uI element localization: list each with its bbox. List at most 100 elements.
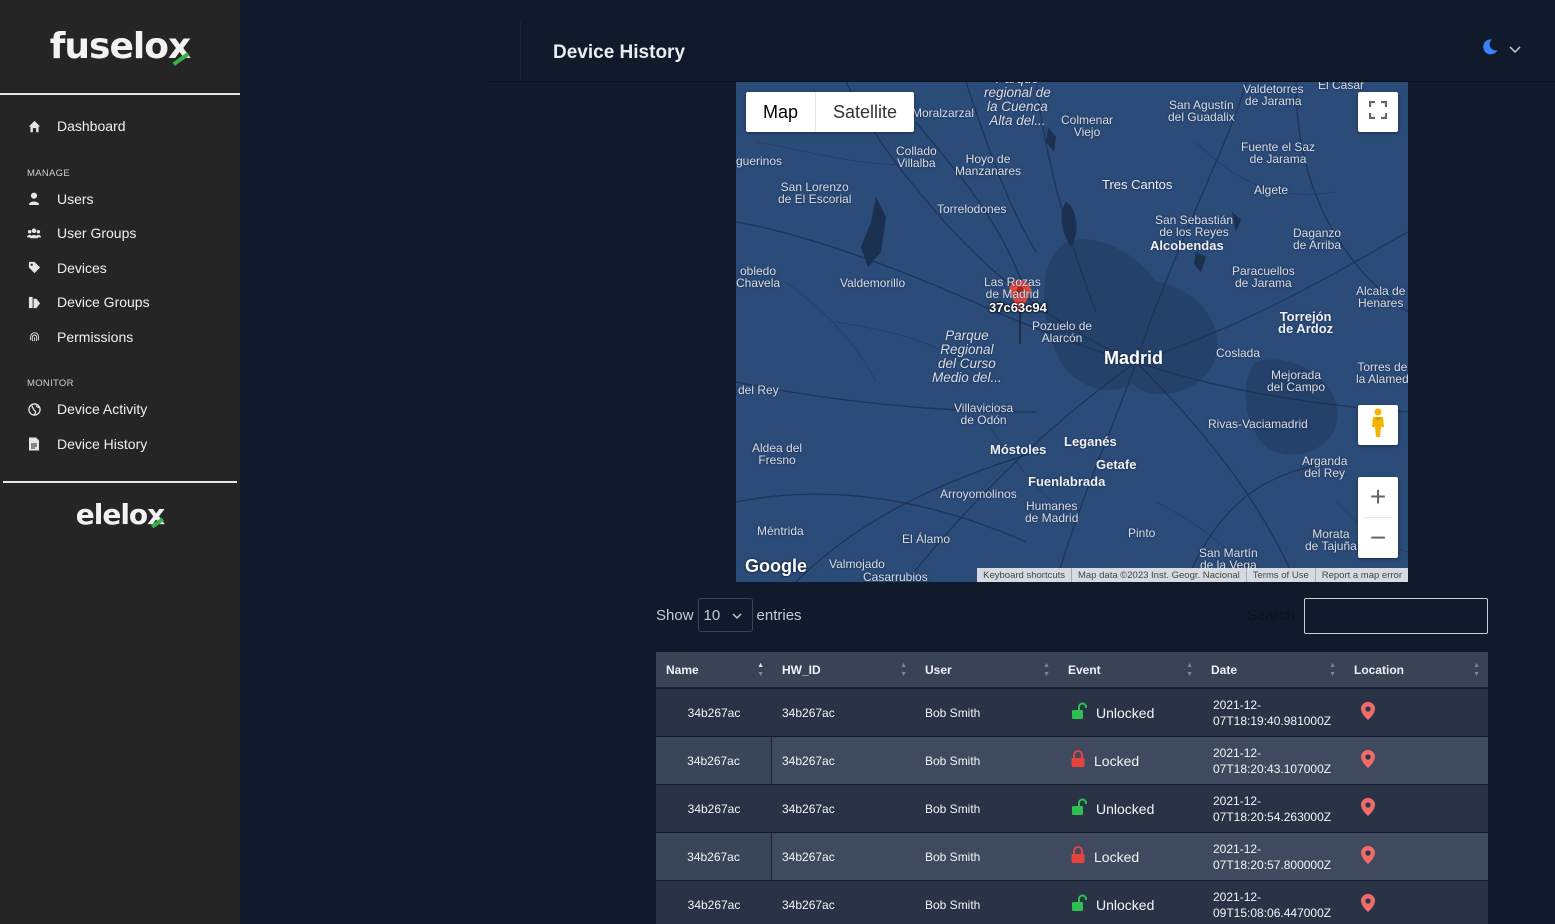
place-label: Tres Cantos [1102,177,1173,192]
header-separator [520,22,521,80]
section-manage-title: MANAGE [27,167,70,179]
google-logo[interactable]: Google [745,556,807,577]
column-header-event[interactable]: Event ▲ ▼ [1058,652,1201,687]
column-header-date[interactable]: Date ▲ ▼ [1201,652,1344,687]
report-map-error-link[interactable]: Report a map error [1314,568,1408,582]
sidebar-item-user-groups[interactable]: User Groups [0,216,240,251]
map-pin-icon[interactable] [1361,798,1375,819]
place-label: Aldea del Fresno [752,441,803,467]
page-title: Device History [553,42,686,63]
cell-date: 2021-12- 07T18:20:54.263000Z [1201,785,1344,832]
lock-icon [1070,846,1086,867]
map-pin-icon[interactable] [1361,846,1375,867]
search-input[interactable] [1304,598,1488,634]
cell-date: 2021-12- 09T15:08:06.447000Z [1201,881,1344,924]
theme-toggle[interactable] [1481,38,1521,61]
sidebar-item-label: Device Activity [57,401,148,418]
entries-select[interactable]: 10 [697,598,753,632]
place-label: Arroyomolinos [940,487,1017,501]
map-pin-icon[interactable] [1361,894,1375,915]
sidebar-item-permissions[interactable]: Permissions [0,320,240,355]
sidebar-item-device-activity[interactable]: Device Activity [0,392,240,427]
device-map[interactable]: Madrid Parque regional de la Cuenca Alta… [736,82,1408,582]
sidebar-item-users[interactable]: Users [0,182,240,217]
sidebar-item-device-history[interactable]: Device History [0,427,240,462]
place-label: Casarrubios [863,570,928,582]
fullscreen-icon [1368,100,1388,124]
place-label: Fuente el Saz de Jarama [1241,140,1316,166]
table-row[interactable]: 34b267ac 34b267ac Bob Smith Unlocked 2021-12… [656,784,1488,832]
home-icon [27,119,41,133]
map-pin-icon[interactable] [1361,702,1375,723]
sidebar-item-label: Dashboard [57,118,126,135]
event-label: Unlocked [1096,704,1155,721]
date-value: 2021-12- 07T18:20:57.800000Z [1213,841,1332,872]
sort-icon: ▲ ▼ [1329,662,1336,678]
sidebar-item-devices[interactable]: Devices [0,251,240,286]
cell-hw-id: 34b267ac [782,897,835,912]
globe-icon [27,402,41,416]
cell-user: Bob Smith [925,705,981,720]
chevron-down-icon [732,607,742,624]
device-history-table: Name ▲ ▼ HW_ID ▲ ▼ User ▲ ▼ Event ▲ ▼ Date ▲… [656,652,1488,924]
elelox-logo[interactable]: elelox elelox [76,498,165,531]
street-view-pegman-button[interactable] [1358,405,1398,445]
sort-icon: ▲ ▼ [1186,662,1193,678]
fuselox-logo[interactable]: fuselox fuselox [50,26,191,67]
cell-name: 34b267ac [687,897,741,912]
place-label: Alcala de Henares [1356,284,1406,310]
place-label: Getafe [1096,457,1137,472]
place-label: Pinto [1128,526,1156,540]
place-label: del Rey [738,383,779,397]
cell-hw-id: 34b267ac [782,849,835,864]
place-label: Humanes de Madrid [1025,499,1079,525]
table-row[interactable]: 34b267ac 34b267ac Bob Smith Locked 2021-12- … [656,736,1488,784]
user-icon [27,192,41,206]
table-row[interactable]: 34b267ac 34b267ac Bob Smith Unlocked 2021-12… [656,688,1488,736]
column-header-name[interactable]: Name ▲ ▼ [656,652,772,687]
event-label: Locked [1094,752,1140,769]
column-header-user[interactable]: User ▲ ▼ [915,652,1058,687]
place-label: Villaviciosa de Odón [954,401,1014,427]
top-header: Device History [488,0,1555,82]
sidebar-item-device-groups[interactable]: Device Groups [0,285,240,320]
cell-hw-id: 34b267ac [782,705,835,720]
map-pin-icon[interactable] [1361,750,1375,771]
sidebar-item-label: User Groups [57,225,137,242]
place-label: Morata de Tajuña [1305,527,1357,553]
cell-hw-id: 34b267ac [782,753,835,768]
table-header: Name ▲ ▼ HW_ID ▲ ▼ User ▲ ▼ Event ▲ ▼ Date ▲… [656,652,1488,688]
column-header-hw-id[interactable]: HW_ID ▲ ▼ [772,652,915,687]
fingerprint-icon [27,330,41,344]
zoom-out-button[interactable]: − [1358,518,1398,558]
column-header-location[interactable]: Location ▲ ▼ [1344,652,1488,687]
cell-name: 34b267ac [656,737,772,784]
place-label: obledo Chavela [736,264,781,290]
cell-location [1344,737,1488,784]
sidebar-item-dashboard[interactable]: Dashboard [0,109,240,144]
place-label: Arganda del Rey [1302,454,1348,480]
entries-value: 10 [703,606,721,624]
show-label: Show [656,606,694,624]
place-label: Pozuelo de Alarcón [1032,319,1093,345]
column-header-label: Location [1354,662,1404,677]
table-row[interactable]: 34b267ac 34b267ac Bob Smith Locked 2021-12- … [656,832,1488,880]
terms-of-use-link[interactable]: Terms of Use [1245,568,1315,582]
cell-user: Bob Smith [925,753,981,768]
logo-x: x [167,26,191,67]
map-type-satellite-button[interactable]: Satellite [816,92,914,132]
map-type-map-button[interactable]: Map [746,92,817,132]
keyboard-shortcuts-link[interactable]: Keyboard shortcuts [977,568,1071,582]
unlock-icon [1070,702,1088,723]
sort-icon: ▲ ▼ [1043,662,1050,678]
event-label: Unlocked [1096,896,1155,913]
table-row[interactable]: 34b267ac 34b267ac Bob Smith Unlocked 2021-12… [656,880,1488,924]
fullscreen-button[interactable] [1358,92,1398,132]
chevron-down-icon [1509,41,1521,59]
sidebar-item-label: Device Groups [57,294,150,311]
sort-icon: ▲ ▼ [900,662,907,678]
cell-event: Unlocked [1058,785,1201,832]
cell-location [1344,689,1488,736]
logo-x: x [147,498,165,531]
zoom-in-button[interactable]: + [1358,477,1398,517]
